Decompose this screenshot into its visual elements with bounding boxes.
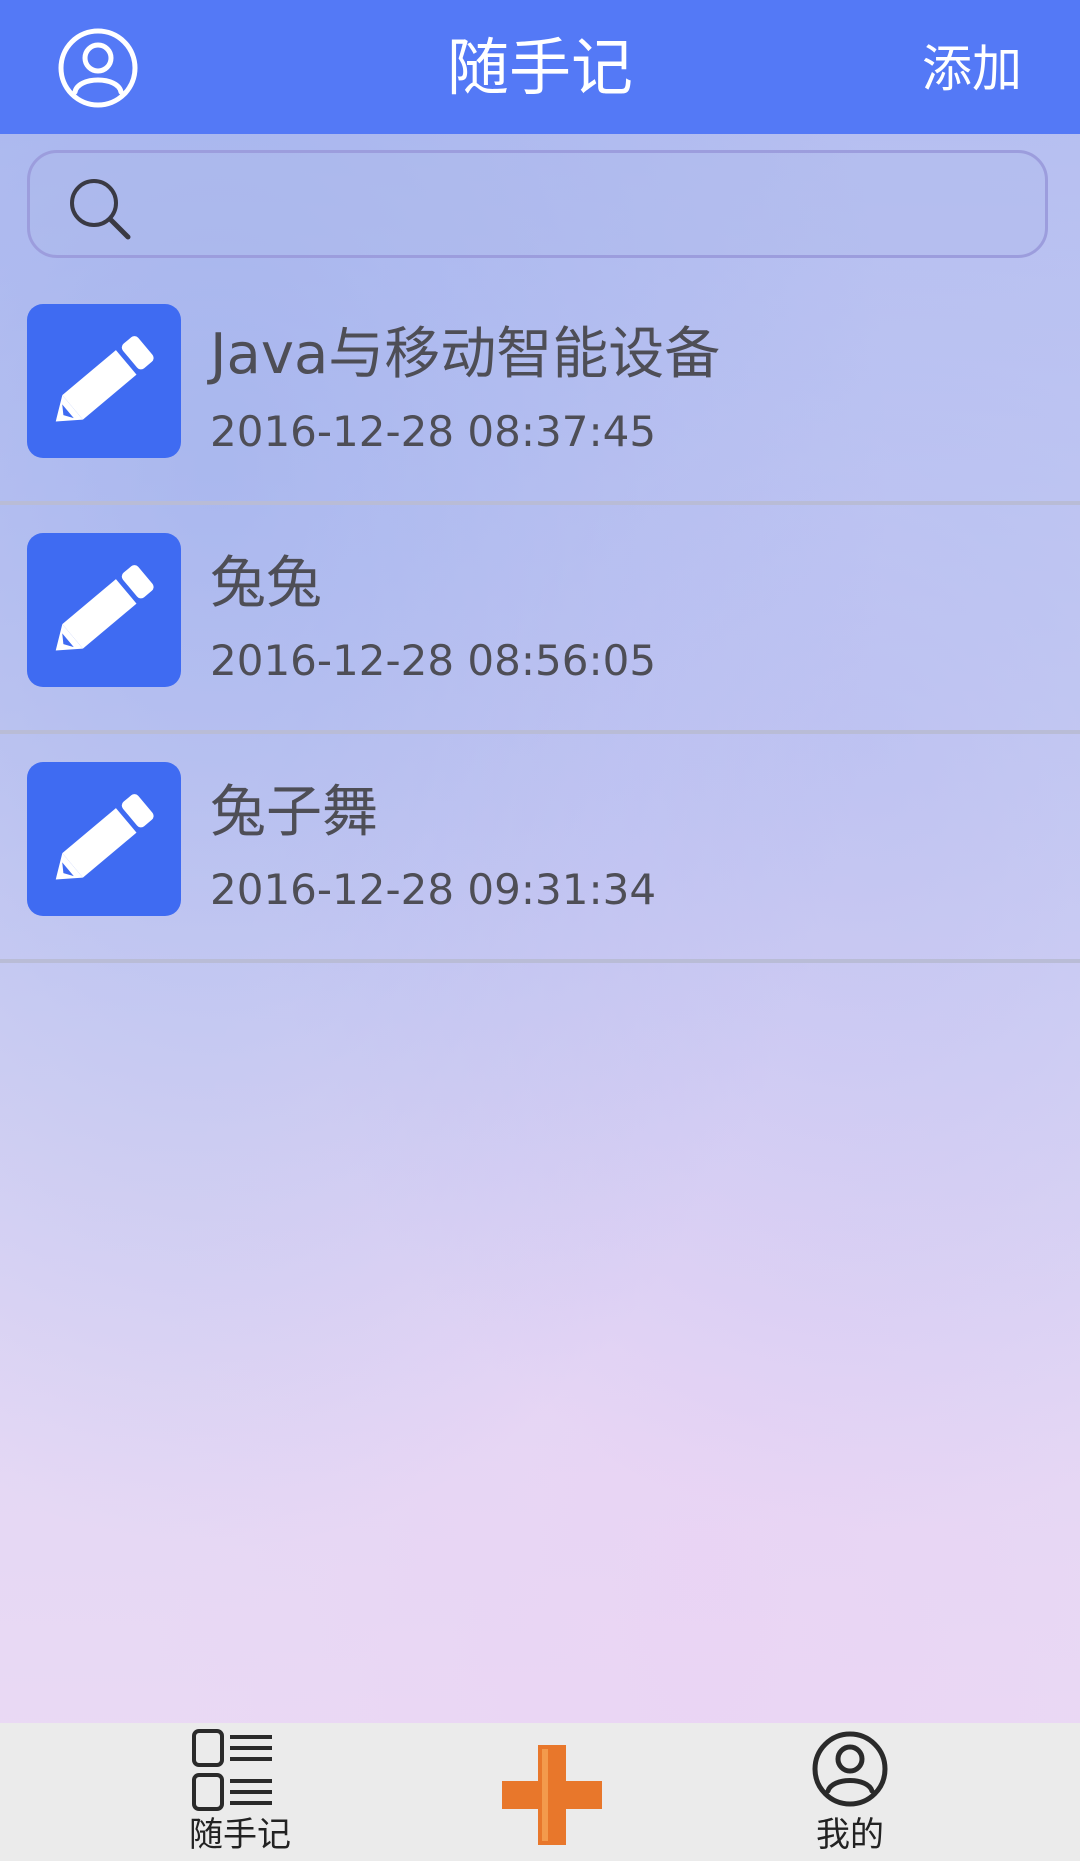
note-item[interactable]: 兔兔 2016-12-28 08:56:05	[0, 505, 1080, 734]
search-icon	[66, 175, 136, 245]
note-item[interactable]: Java与移动智能设备 2016-12-28 08:37:45	[0, 276, 1080, 505]
profile-button[interactable]	[56, 26, 140, 110]
user-circle-icon	[58, 28, 138, 108]
note-timestamp: 2016-12-28 08:56:05	[210, 636, 657, 685]
plus-icon	[502, 1745, 602, 1845]
list-icon	[192, 1729, 272, 1811]
search-bar[interactable]	[27, 150, 1048, 258]
pencil-icon	[27, 762, 181, 916]
note-timestamp: 2016-12-28 09:31:34	[210, 865, 657, 914]
pencil-icon	[27, 304, 181, 458]
user-circle-icon	[812, 1731, 888, 1807]
note-title: 兔兔	[210, 551, 322, 616]
note-title: 兔子舞	[210, 780, 378, 845]
bottom-nav: 随手记 我的	[0, 1723, 1080, 1861]
page-title: 随手记	[446, 31, 633, 104]
search-input[interactable]	[150, 163, 1014, 249]
nav-add-button[interactable]	[500, 1723, 604, 1861]
nav-label: 我的	[816, 1815, 884, 1855]
nav-tab-notes[interactable]: 随手记	[180, 1723, 300, 1861]
nav-tab-mine[interactable]: 我的	[790, 1723, 910, 1861]
note-title: Java与移动智能设备	[210, 322, 721, 387]
nav-label: 随手记	[189, 1815, 291, 1855]
pencil-icon	[27, 533, 181, 687]
add-button[interactable]: 添加	[922, 34, 1022, 104]
note-list: Java与移动智能设备 2016-12-28 08:37:45 兔兔 2016-…	[0, 276, 1080, 963]
note-timestamp: 2016-12-28 08:37:45	[210, 407, 657, 456]
note-item[interactable]: 兔子舞 2016-12-28 09:31:34	[0, 734, 1080, 963]
app-header: 随手记 添加	[0, 0, 1080, 134]
